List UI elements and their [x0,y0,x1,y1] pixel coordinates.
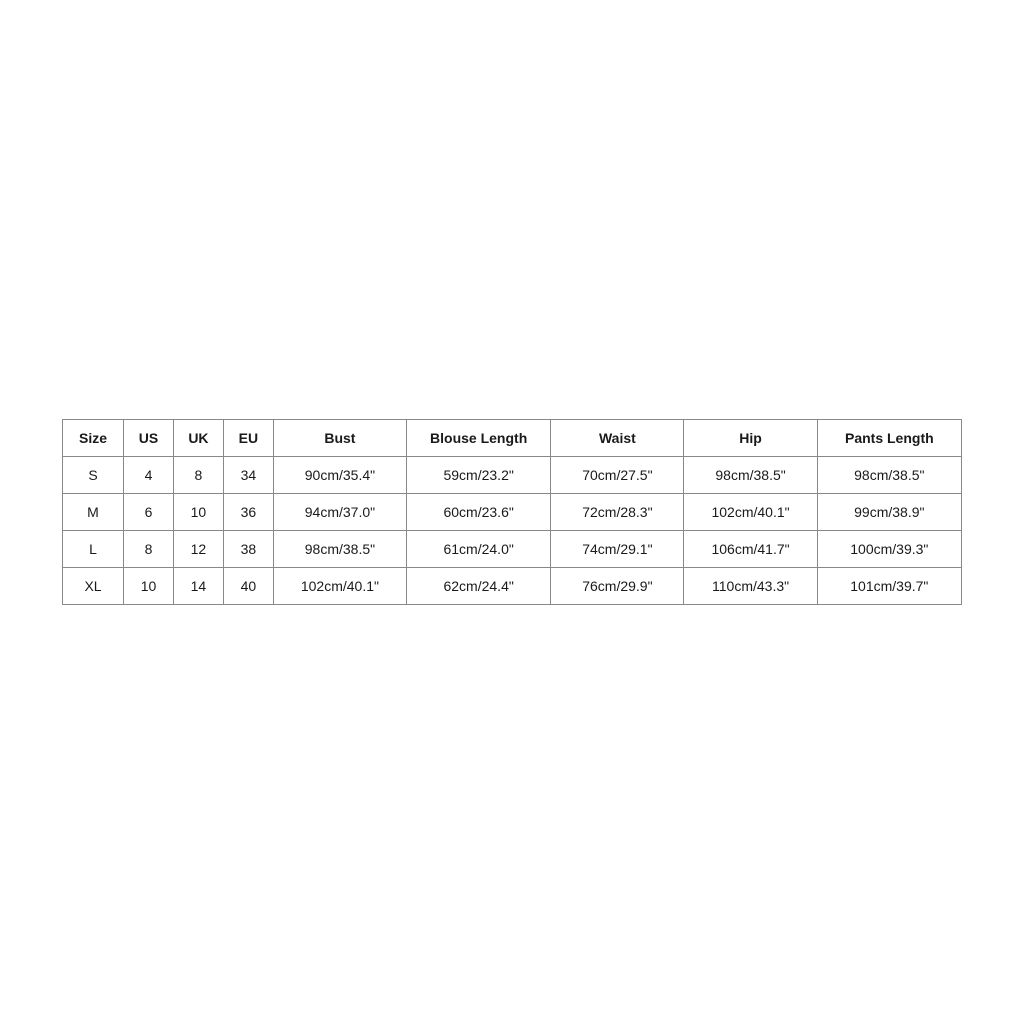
cell-eu: 36 [223,494,273,531]
header-blouse-length: Blouse Length [407,420,551,457]
cell-us: 6 [124,494,174,531]
cell-waist: 74cm/29.1" [551,531,684,568]
cell-eu: 34 [223,457,273,494]
cell-us: 10 [124,568,174,605]
cell-pants-length: 101cm/39.7" [817,568,961,605]
header-hip: Hip [684,420,817,457]
cell-hip: 106cm/41.7" [684,531,817,568]
cell-uk: 10 [173,494,223,531]
cell-bust: 94cm/37.0" [273,494,406,531]
header-size: Size [63,420,124,457]
table-row: L8123898cm/38.5"61cm/24.0"74cm/29.1"106c… [63,531,962,568]
table-row: S483490cm/35.4"59cm/23.2"70cm/27.5"98cm/… [63,457,962,494]
cell-bust: 102cm/40.1" [273,568,406,605]
cell-uk: 8 [173,457,223,494]
cell-uk: 14 [173,568,223,605]
cell-waist: 72cm/28.3" [551,494,684,531]
cell-hip: 98cm/38.5" [684,457,817,494]
header-waist: Waist [551,420,684,457]
cell-us: 4 [124,457,174,494]
cell-hip: 110cm/43.3" [684,568,817,605]
size-chart-table: Size US UK EU Bust Blouse Length Waist H… [62,419,962,605]
cell-blouse-length: 61cm/24.0" [407,531,551,568]
cell-eu: 38 [223,531,273,568]
cell-pants-length: 100cm/39.3" [817,531,961,568]
cell-waist: 70cm/27.5" [551,457,684,494]
cell-hip: 102cm/40.1" [684,494,817,531]
header-bust: Bust [273,420,406,457]
header-eu: EU [223,420,273,457]
cell-size: M [63,494,124,531]
cell-blouse-length: 60cm/23.6" [407,494,551,531]
table-header-row: Size US UK EU Bust Blouse Length Waist H… [63,420,962,457]
table-row: M6103694cm/37.0"60cm/23.6"72cm/28.3"102c… [63,494,962,531]
table-row: XL101440102cm/40.1"62cm/24.4"76cm/29.9"1… [63,568,962,605]
cell-blouse-length: 59cm/23.2" [407,457,551,494]
cell-size: XL [63,568,124,605]
cell-waist: 76cm/29.9" [551,568,684,605]
header-pants-length: Pants Length [817,420,961,457]
cell-blouse-length: 62cm/24.4" [407,568,551,605]
cell-us: 8 [124,531,174,568]
size-chart-container: Size US UK EU Bust Blouse Length Waist H… [62,419,962,605]
cell-pants-length: 99cm/38.9" [817,494,961,531]
cell-bust: 90cm/35.4" [273,457,406,494]
cell-size: L [63,531,124,568]
cell-uk: 12 [173,531,223,568]
cell-bust: 98cm/38.5" [273,531,406,568]
cell-size: S [63,457,124,494]
header-us: US [124,420,174,457]
cell-eu: 40 [223,568,273,605]
cell-pants-length: 98cm/38.5" [817,457,961,494]
header-uk: UK [173,420,223,457]
